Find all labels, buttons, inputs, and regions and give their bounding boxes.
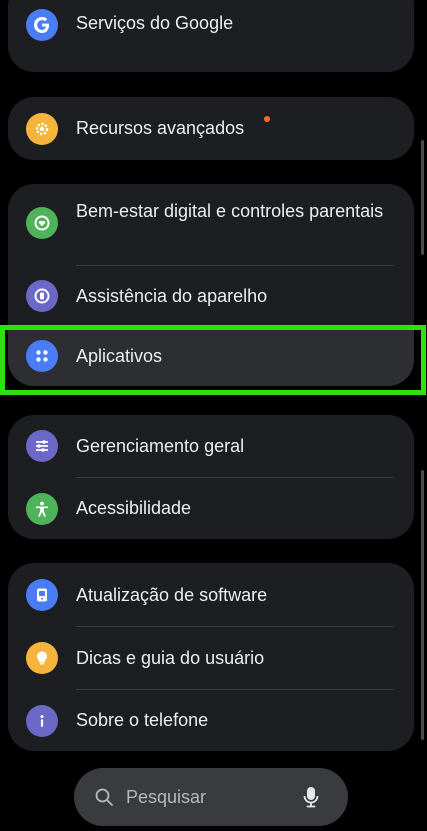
search-placeholder: Pesquisar xyxy=(126,787,207,807)
settings-item-advanced-features[interactable]: Recursos avançados xyxy=(8,97,414,160)
settings-item-label: Serviços do Google xyxy=(76,13,234,33)
settings-item-label: Acessibilidade xyxy=(76,498,192,518)
settings-item-software-update[interactable]: Atualização de software xyxy=(8,563,414,626)
settings-item-label: Sobre o telefone xyxy=(76,710,209,730)
settings-item-device-care[interactable]: Assistência do aparelho xyxy=(8,266,414,326)
scrollbar-upper[interactable] xyxy=(421,140,424,255)
sliders-icon xyxy=(26,430,58,462)
settings-item-label: Aplicativos xyxy=(76,346,163,366)
settings-item-digital-wellbeing[interactable]: Bem-estar digital e controles parentais xyxy=(8,184,414,264)
scrollbar-lower[interactable] xyxy=(421,470,424,740)
settings-card-advanced: Recursos avançados xyxy=(8,97,414,160)
settings-item-label: Assistência do aparelho xyxy=(76,286,268,306)
software-update-icon xyxy=(26,579,58,611)
settings-card-about: Atualização de software Dicas e guia do … xyxy=(8,563,414,751)
settings-item-google-services[interactable]: Serviços do Google xyxy=(8,0,414,72)
settings-card-google: Serviços do Google xyxy=(8,0,414,72)
settings-item-general-management[interactable]: Gerenciamento geral xyxy=(8,415,414,476)
new-badge-dot xyxy=(264,116,270,122)
device-care-icon xyxy=(26,280,58,312)
microphone-icon[interactable] xyxy=(300,785,322,814)
settings-item-accessibility[interactable]: Acessibilidade xyxy=(8,478,414,539)
settings-item-apps[interactable]: Aplicativos xyxy=(8,326,414,386)
gear-star-icon xyxy=(26,113,58,145)
lightbulb-icon xyxy=(26,642,58,674)
info-icon xyxy=(26,705,58,737)
search-icon xyxy=(94,787,114,812)
search-bar[interactable]: Pesquisar xyxy=(74,768,348,826)
settings-card-wellbeing: Bem-estar digital e controles parentais … xyxy=(8,184,414,386)
settings-card-general: Gerenciamento geral Acessibilidade xyxy=(8,415,414,539)
apps-icon xyxy=(26,340,58,372)
heart-icon xyxy=(26,207,58,239)
settings-item-label: Bem-estar digital e controles parentais xyxy=(76,201,384,221)
accessibility-icon xyxy=(26,493,58,525)
settings-item-label: Atualização de software xyxy=(76,585,268,605)
settings-item-tips-guide[interactable]: Dicas e guia do usuário xyxy=(8,627,414,689)
settings-item-label: Dicas e guia do usuário xyxy=(76,648,265,668)
settings-item-about-phone[interactable]: Sobre o telefone xyxy=(8,690,414,751)
settings-item-label: Gerenciamento geral xyxy=(76,436,245,456)
settings-item-label: Recursos avançados xyxy=(76,118,245,138)
google-icon xyxy=(26,9,58,41)
